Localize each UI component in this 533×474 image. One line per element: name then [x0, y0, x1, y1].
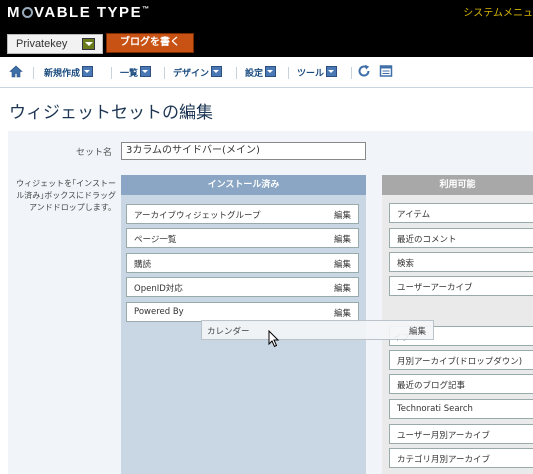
- available-widget[interactable]: ユーザー月別アーカイブ: [389, 424, 533, 444]
- installed-widget[interactable]: アーカイブウィジェットグループ 編集: [126, 204, 359, 224]
- edit-link[interactable]: 編集: [334, 258, 351, 270]
- installed-widget[interactable]: ページ一覧 編集: [126, 228, 359, 248]
- help-text: ウィジェットを｢インストール済み｣ボックスにドラッグアンドドロップします。: [16, 179, 116, 212]
- home-icon[interactable]: [9, 65, 23, 78]
- nav-divider: [288, 67, 289, 79]
- installed-header: インストール済み: [121, 175, 366, 195]
- available-widget[interactable]: 検索: [389, 252, 533, 272]
- main-nav: 新規作成 一覧 デザイン 設定 ツール: [0, 57, 533, 88]
- app-logo[interactable]: M VABLE TYPE™: [7, 4, 149, 21]
- nav-divider: [236, 67, 237, 79]
- set-name-input[interactable]: 3カラムのサイドバー(メイン): [121, 142, 366, 160]
- edit-link[interactable]: 編集: [409, 325, 426, 337]
- blog-selector[interactable]: Privatekey: [7, 34, 103, 54]
- edit-link[interactable]: 編集: [334, 233, 351, 245]
- chevron-down-icon: [326, 66, 338, 77]
- chevron-down-icon: [82, 66, 94, 77]
- edit-link[interactable]: 編集: [334, 209, 351, 221]
- available-widget[interactable]: 月別アーカイブ(ドロップダウン): [389, 350, 533, 370]
- nav-divider: [164, 67, 165, 79]
- nav-item-list[interactable]: 一覧: [120, 66, 152, 79]
- nav-item-tools[interactable]: ツール: [297, 66, 338, 79]
- nav-item-new[interactable]: 新規作成: [44, 66, 94, 79]
- available-widget[interactable]: Technorati Search: [389, 399, 533, 419]
- chevron-down-icon: [82, 38, 95, 50]
- top-header: M VABLE TYPE™ システムメニュ Privatekey ブログを書く: [0, 0, 533, 57]
- view-site-icon[interactable]: [379, 64, 393, 78]
- blog-selector-value: Privatekey: [16, 38, 68, 50]
- dragging-widget[interactable]: カレンダー 編集: [201, 320, 434, 340]
- system-menu-link[interactable]: システムメニュ: [463, 4, 533, 19]
- available-widget[interactable]: カテゴリ月別アーカイブ: [389, 448, 533, 468]
- nav-divider: [111, 67, 112, 79]
- nav-item-design[interactable]: デザイン: [173, 66, 223, 79]
- edit-link[interactable]: 編集: [334, 282, 351, 294]
- available-widget[interactable]: アイテム: [389, 203, 533, 223]
- available-widget[interactable]: 最近のブログ記事: [389, 374, 533, 394]
- logo-o-icon: [22, 7, 33, 18]
- available-header: 利用可能: [382, 175, 533, 195]
- installed-widget[interactable]: OpenID対応 編集: [126, 277, 359, 297]
- installed-widget[interactable]: Powered By 編集: [126, 302, 359, 322]
- set-name-label: セット名: [76, 148, 113, 158]
- available-widget[interactable]: ユーザーアーカイブ: [389, 276, 533, 296]
- dragging-widget-label: カレンダー: [207, 327, 250, 337]
- available-widget[interactable]: 最近のコメント: [389, 228, 533, 248]
- chevron-down-icon: [265, 66, 277, 77]
- chevron-down-icon: [140, 66, 152, 77]
- nav-item-settings[interactable]: 設定: [245, 66, 277, 79]
- edit-link[interactable]: 編集: [334, 307, 351, 319]
- chevron-down-icon: [211, 66, 223, 77]
- nav-divider: [351, 67, 352, 79]
- refresh-icon[interactable]: [357, 64, 371, 78]
- nav-divider: [33, 67, 34, 79]
- page-title: ウィジェットセットの編集: [9, 103, 213, 123]
- write-entry-button[interactable]: ブログを書く: [106, 33, 194, 53]
- cursor-icon: [268, 330, 280, 348]
- installed-widget[interactable]: 購読 編集: [126, 253, 359, 273]
